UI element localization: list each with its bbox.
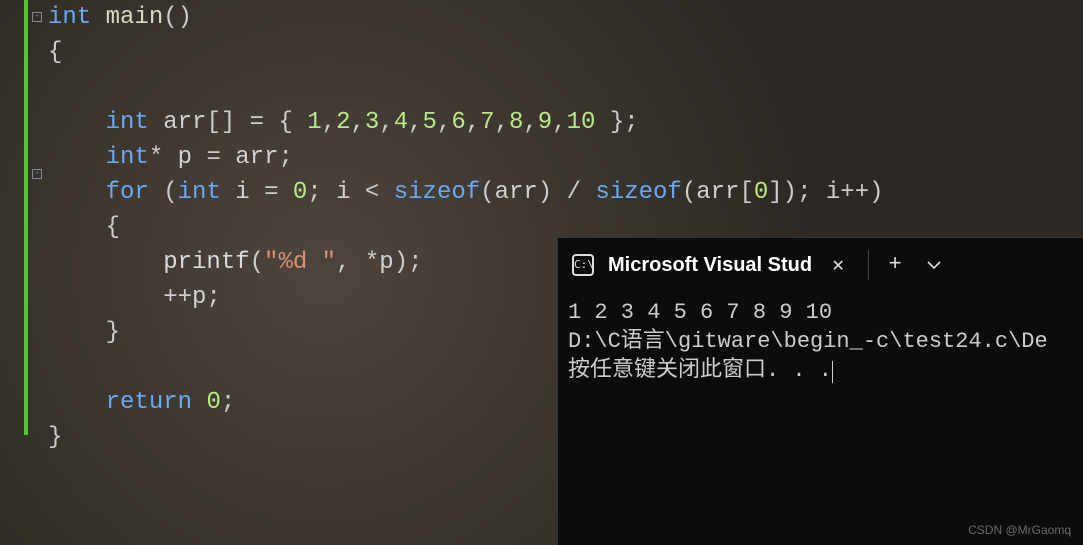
terminal-cursor <box>832 361 833 383</box>
tab-dropdown-button[interactable] <box>917 245 951 285</box>
code-line[interactable]: int arr[] = { 1,2,3,4,5,6,7,8,9,10 }; <box>48 105 1083 140</box>
terminal-tab-title: Microsoft Visual Stud <box>608 254 812 277</box>
tab-divider <box>868 250 869 280</box>
terminal-window: C:\ Microsoft Visual Stud ✕ + 1 2 3 4 5 … <box>557 237 1083 545</box>
code-line[interactable]: { <box>48 35 1083 70</box>
watermark-text: CSDN @MrGaomq <box>968 523 1071 537</box>
code-line[interactable]: int main() <box>48 0 1083 35</box>
terminal-tab[interactable]: C:\ Microsoft Visual Stud ✕ <box>558 245 864 285</box>
code-line[interactable]: int* p = arr; <box>48 140 1083 175</box>
terminal-output[interactable]: 1 2 3 4 5 6 7 8 9 10 D:\C语言\gitware\begi… <box>558 292 1083 391</box>
new-tab-button[interactable]: + <box>873 245 917 285</box>
terminal-tabbar: C:\ Microsoft Visual Stud ✕ + <box>558 238 1083 292</box>
change-indicator-bar <box>24 0 28 435</box>
code-line[interactable]: for (int i = 0; i < sizeof(arr) / sizeof… <box>48 175 1083 210</box>
chevron-down-icon <box>927 260 941 270</box>
terminal-line: 按任意键关闭此窗口. . . <box>568 358 832 383</box>
fold-toggle-icon[interactable]: - <box>32 169 42 179</box>
terminal-app-icon: C:\ <box>572 254 594 276</box>
close-icon[interactable]: ✕ <box>826 252 850 278</box>
fold-toggle-icon[interactable]: - <box>32 12 42 22</box>
terminal-line: 1 2 3 4 5 6 7 8 9 10 <box>568 300 832 325</box>
terminal-line: D:\C语言\gitware\begin_-c\test24.c\De <box>568 329 1048 354</box>
code-line[interactable] <box>48 70 1083 105</box>
